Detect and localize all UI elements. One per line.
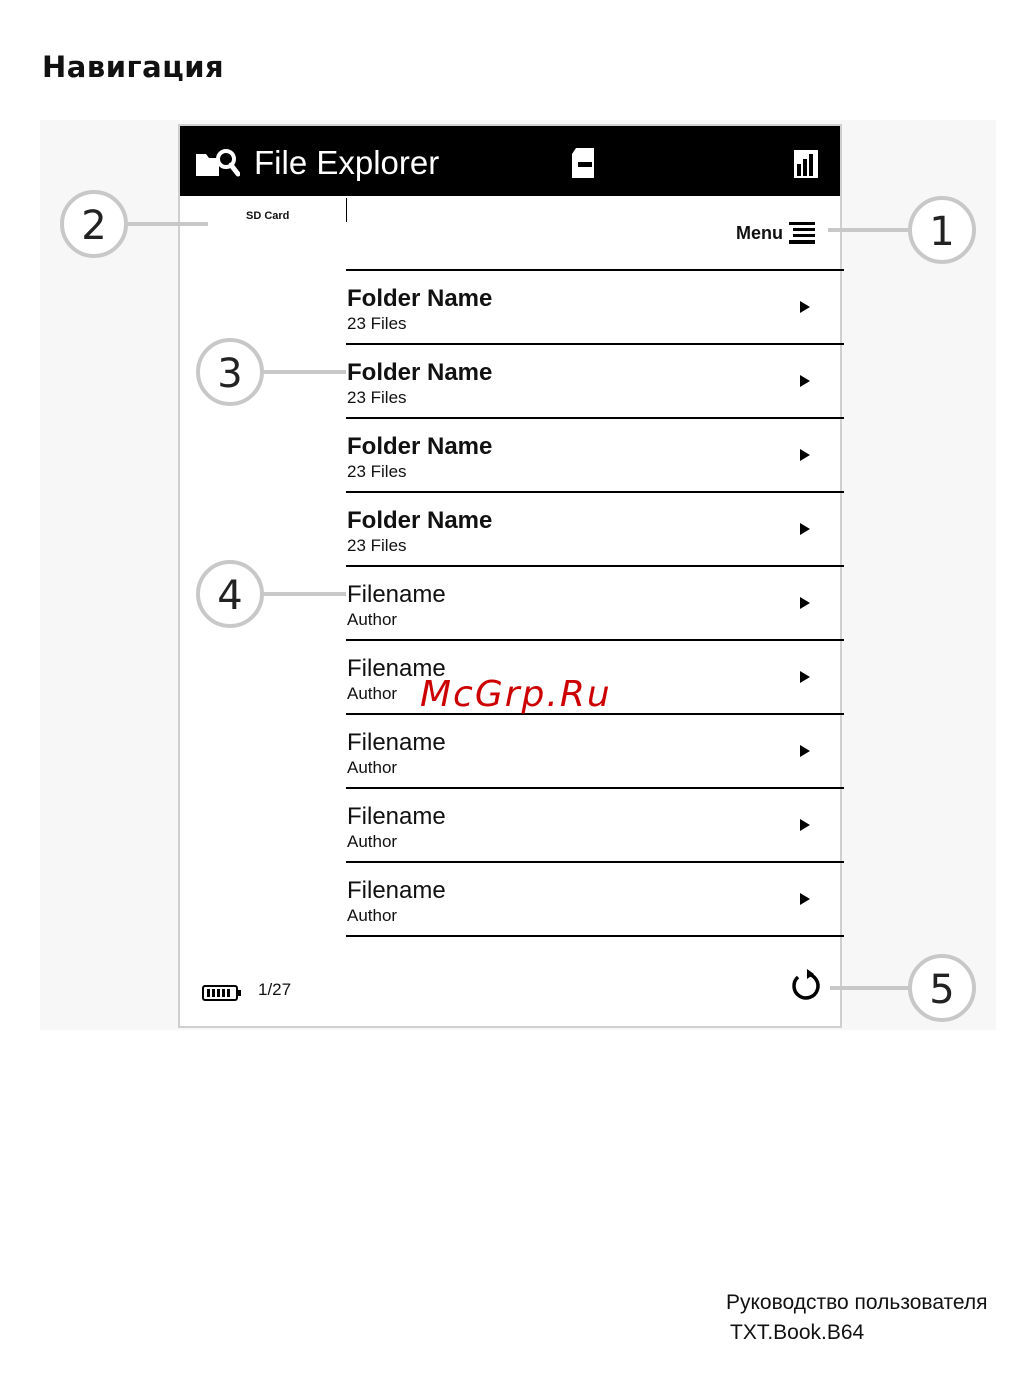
chevron-right-icon [800, 597, 810, 609]
chevron-right-icon [800, 375, 810, 387]
menu-button[interactable]: Menu [736, 222, 815, 244]
item-subtitle: 23 Files [347, 388, 407, 407]
title-bar: File Explorer [180, 126, 840, 196]
item-title: Filename [347, 877, 446, 904]
app-title: File Explorer [254, 144, 440, 181]
item-title: Filename [347, 803, 446, 830]
list-item-file[interactable]: Filename Author [346, 863, 844, 937]
file-list: Folder Name 23 Files Folder Name 23 File… [346, 269, 844, 937]
chevron-right-icon [800, 671, 810, 683]
device-screen: File Explorer SD Card Menu Folder Name 2… [178, 124, 844, 1028]
item-subtitle: Author [347, 832, 398, 851]
item-title: Filename [347, 729, 446, 756]
chevron-right-icon [800, 523, 810, 535]
page-footer: Руководство пользователя TXT.Book.B64 [726, 1288, 988, 1348]
watermark: McGrp.Ru [420, 674, 612, 715]
chevron-right-icon [800, 819, 810, 831]
list-item-folder[interactable]: Folder Name 23 Files [346, 345, 844, 419]
item-subtitle: Author [347, 684, 398, 703]
page-counter: 1/27 [258, 980, 292, 999]
list-item-file[interactable]: Filename Author [346, 715, 844, 789]
item-subtitle: 23 Files [347, 314, 407, 333]
folder-search-icon [196, 149, 240, 177]
list-item-folder[interactable]: Folder Name 23 Files [346, 493, 844, 567]
battery-icon [202, 985, 241, 1001]
list-item-folder[interactable]: Folder Name 23 Files [346, 419, 844, 493]
item-title: Folder Name [347, 433, 493, 460]
sd-card-icon[interactable] [572, 146, 598, 180]
footer-model: TXT.Book.B64 [730, 1321, 865, 1344]
signal-icon[interactable] [794, 142, 820, 180]
list-item-file[interactable]: Filename Author [346, 567, 844, 641]
location-divider [346, 198, 347, 222]
chevron-right-icon [800, 449, 810, 461]
menu-label: Menu [736, 222, 783, 243]
item-subtitle: Author [347, 758, 398, 777]
footer-title: Руководство пользователя [726, 1291, 988, 1314]
chevron-right-icon [800, 893, 810, 905]
item-subtitle: Author [347, 906, 398, 925]
item-title: Folder Name [347, 285, 493, 312]
item-title: Folder Name [347, 359, 493, 386]
item-subtitle: 23 Files [347, 462, 407, 481]
item-subtitle: Author [347, 610, 398, 629]
chevron-right-icon [800, 745, 810, 757]
refresh-icon[interactable] [788, 968, 824, 1004]
menu-icon [789, 222, 815, 244]
item-title: Filename [347, 581, 446, 608]
page-heading: Навигация [42, 50, 225, 84]
item-subtitle: 23 Files [347, 536, 407, 555]
item-title: Folder Name [347, 507, 493, 534]
status-bar: 1/27 [180, 966, 840, 1026]
location-label: SD Card [246, 210, 290, 222]
chevron-right-icon [800, 301, 810, 313]
list-item-folder[interactable]: Folder Name 23 Files [346, 271, 844, 345]
list-item-file[interactable]: Filename Author [346, 789, 844, 863]
